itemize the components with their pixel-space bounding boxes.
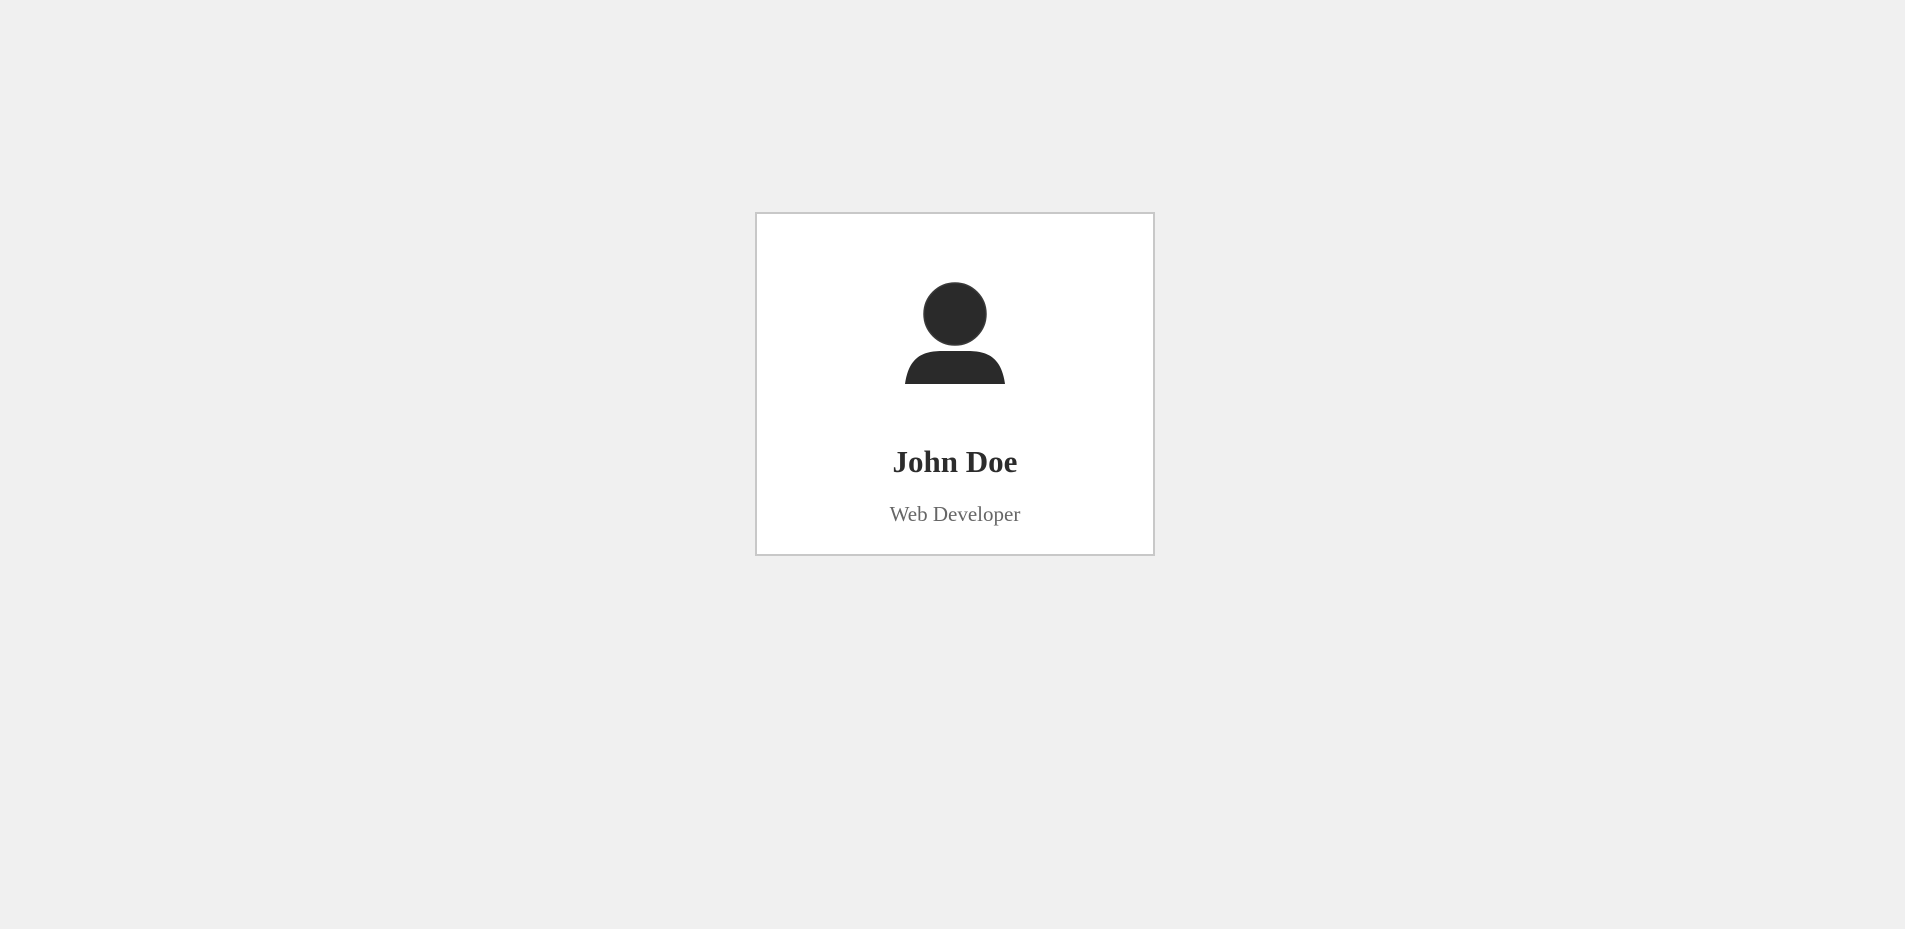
profile-card: John Doe Web Developer <box>755 212 1155 556</box>
user-silhouette-icon <box>905 282 1005 384</box>
avatar <box>903 281 1007 385</box>
profile-title: Web Developer <box>889 502 1021 526</box>
profile-name: John Doe <box>892 444 1018 479</box>
